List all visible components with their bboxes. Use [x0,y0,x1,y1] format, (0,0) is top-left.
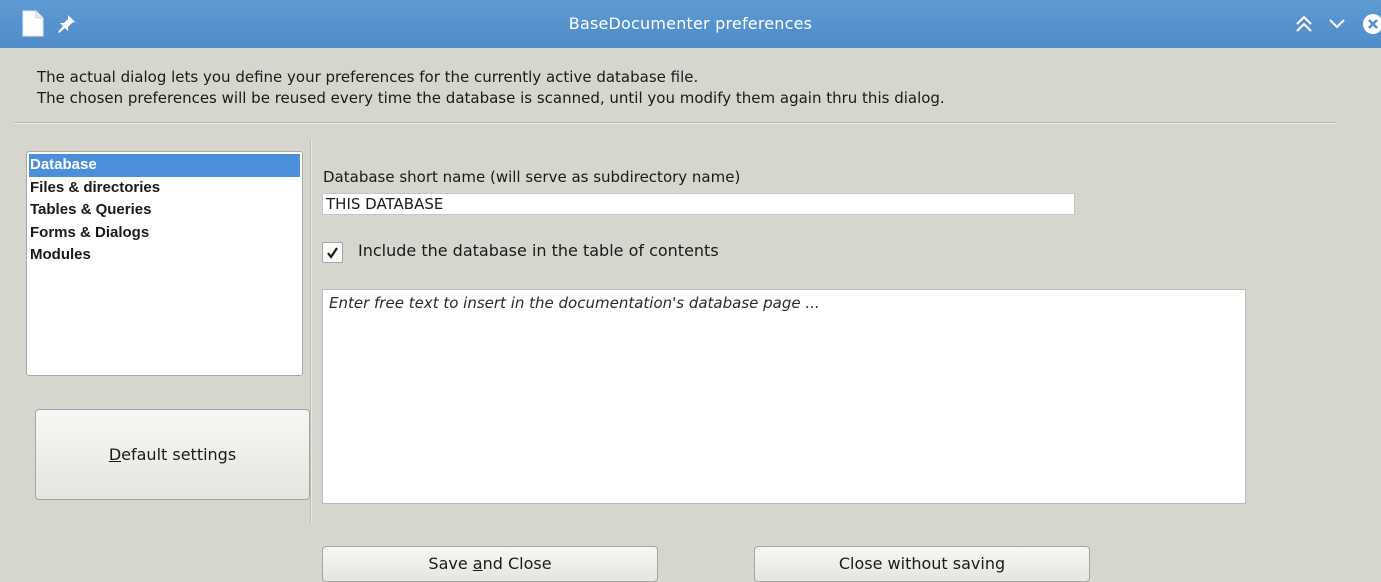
include-toc-label[interactable]: Include the database in the table of con… [358,241,719,260]
short-name-label: Database short name (will serve as subdi… [323,168,741,186]
close-icon[interactable] [1362,13,1381,35]
save-and-close-button[interactable]: Save and Close [322,546,658,582]
short-name-input[interactable] [322,193,1075,215]
close-without-saving-button[interactable]: Close without saving [754,546,1090,582]
section-item-files-directories[interactable]: Files & directories [27,177,302,200]
description-line-2: The chosen preferences will be reused ev… [37,89,945,107]
window-titlebar[interactable]: BaseDocumenter preferences [0,0,1381,48]
default-settings-button[interactable]: Default settings [35,409,310,500]
window-title: BaseDocumenter preferences [568,14,813,33]
free-text-area[interactable]: Enter free text to insert in the documen… [322,289,1246,504]
checkmark-icon [327,247,338,259]
horizontal-separator [14,122,1336,124]
section-item-forms-dialogs[interactable]: Forms & Dialogs [27,222,302,245]
save-label-mnemonic: a [472,554,483,573]
default-settings-mnemonic: D [108,445,122,464]
section-item-database[interactable]: Database [29,154,300,177]
description-line-1: The actual dialog lets you define your p… [37,68,699,86]
section-item-tables-queries[interactable]: Tables & Queries [27,199,302,222]
minimize-icon[interactable] [1326,14,1348,34]
dialog-description: The actual dialog lets you define your p… [37,67,945,109]
include-toc-checkbox[interactable] [322,242,343,263]
default-settings-label: efault settings [121,445,237,464]
section-list[interactable]: Database Files & directories Tables & Qu… [26,151,303,376]
vertical-separator [310,140,312,522]
section-item-modules[interactable]: Modules [27,244,302,267]
save-label-end: nd Close [482,554,552,573]
keep-above-icon[interactable] [1293,14,1315,34]
save-label-start: Save [428,554,473,573]
